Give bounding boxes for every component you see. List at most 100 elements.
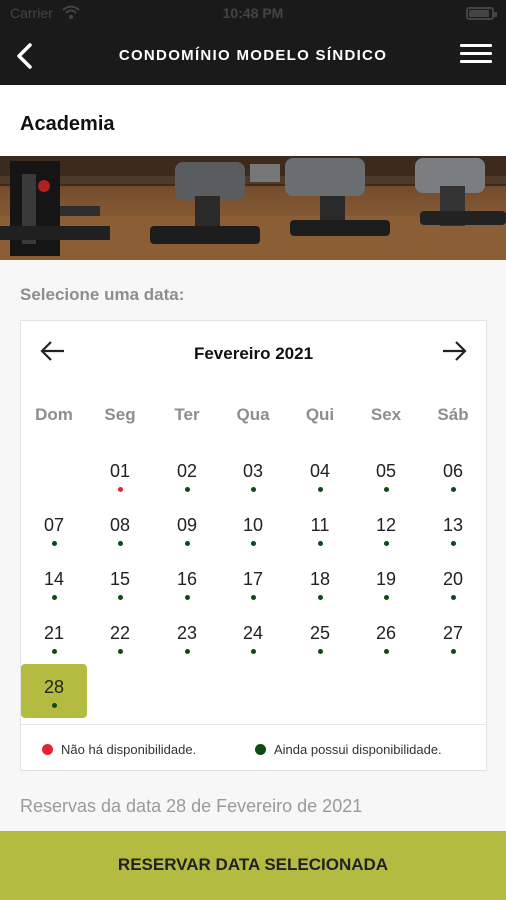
calendar-day[interactable]: 12	[353, 502, 419, 556]
calendar-day[interactable]: 21	[21, 610, 87, 664]
available-dot-icon	[451, 541, 456, 546]
day-number: 11	[310, 515, 330, 535]
day-number: 01	[109, 461, 131, 481]
available-dot-icon	[118, 541, 123, 546]
day-number: 27	[442, 623, 464, 643]
available-dot-icon	[318, 595, 323, 600]
calendar-day[interactable]: 11	[287, 502, 353, 556]
day-number: 12	[375, 515, 397, 535]
calendar-day[interactable]: 14	[21, 556, 87, 610]
day-number: 10	[242, 515, 264, 535]
day-number: 24	[242, 623, 264, 643]
calendar-day[interactable]: 05	[353, 448, 419, 502]
available-dot-icon	[251, 541, 256, 546]
available-dot-icon	[251, 649, 256, 654]
available-dot-icon	[384, 541, 389, 546]
top-navbar: CONDOMÍNIO MODELO SÍNDICO	[0, 28, 506, 85]
day-number: 08	[109, 515, 131, 535]
available-dot-icon	[251, 487, 256, 492]
day-number: 14	[43, 569, 65, 589]
day-number: 07	[43, 515, 65, 535]
availability-legend: Não há disponibilidade. Ainda possui dis…	[21, 724, 486, 770]
reservations-date-label: Reservas da data 28 de Fevereiro de 2021	[20, 796, 363, 816]
available-dot-icon	[52, 541, 57, 546]
legend-unavailable-label: Não há disponibilidade.	[61, 742, 197, 757]
calendar-day[interactable]: 18	[287, 556, 353, 610]
app-title: CONDOMÍNIO MODELO SÍNDICO	[118, 47, 388, 64]
calendar-day[interactable]: 24	[220, 610, 286, 664]
day-number: 28	[43, 677, 65, 697]
available-dot-icon	[251, 595, 256, 600]
available-dot-icon	[318, 541, 323, 546]
page-title: Academia	[20, 113, 115, 135]
calendar-day[interactable]: 22	[87, 610, 153, 664]
reserve-button-label: RESERVAR DATA SELECIONADA	[117, 855, 389, 874]
calendar-day[interactable]: 19	[353, 556, 419, 610]
legend-available-label: Ainda possui disponibilidade.	[274, 742, 442, 757]
day-number: 06	[442, 461, 464, 481]
calendar-day[interactable]: 07	[21, 502, 87, 556]
calendar-day-selected[interactable]: 28	[21, 664, 87, 718]
calendar-day[interactable]: 27	[420, 610, 486, 664]
calendar-day[interactable]: 01	[87, 448, 153, 502]
calendar-day[interactable]: 04	[287, 448, 353, 502]
status-bar: Carrier 10:48 PM	[0, 0, 506, 28]
day-grid: 01 02 03 04 05 06 07 08 09 10 11 12 13 14 15 16 17 18 19 20…	[21, 321, 486, 721]
red-dot-icon	[42, 744, 53, 755]
calendar-day[interactable]: 25	[287, 610, 353, 664]
gym-banner-image	[0, 156, 506, 260]
day-number: 17	[242, 569, 264, 589]
available-dot-icon	[451, 487, 456, 492]
green-dot-icon	[255, 744, 266, 755]
calendar-day[interactable]: 06	[420, 448, 486, 502]
available-dot-icon	[185, 595, 190, 600]
available-dot-icon	[52, 703, 57, 708]
unavailable-dot-icon	[118, 487, 123, 492]
day-number: 15	[109, 569, 131, 589]
available-dot-icon	[185, 487, 190, 492]
status-time: 10:48 PM	[222, 5, 284, 21]
legend-unavailable: Não há disponibilidade.	[42, 742, 196, 757]
calendar-day[interactable]: 23	[154, 610, 220, 664]
available-dot-icon	[118, 595, 123, 600]
calendar-day[interactable]: 13	[420, 502, 486, 556]
calendar-day[interactable]: 09	[154, 502, 220, 556]
day-number: 09	[176, 515, 198, 535]
calendar-day[interactable]: 10	[220, 502, 286, 556]
available-dot-icon	[52, 595, 57, 600]
calendar-day[interactable]: 17	[220, 556, 286, 610]
day-number: 25	[309, 623, 331, 643]
available-dot-icon	[185, 541, 190, 546]
day-number: 19	[375, 569, 397, 589]
calendar: Fevereiro 2021 Dom Seg Ter Qua Qui Sex S…	[20, 320, 487, 771]
battery-icon	[466, 7, 497, 20]
day-number: 04	[309, 461, 331, 481]
day-number: 03	[242, 461, 264, 481]
day-number: 02	[176, 461, 198, 481]
calendar-day[interactable]: 20	[420, 556, 486, 610]
section-header: Academia	[0, 85, 506, 156]
available-dot-icon	[52, 649, 57, 654]
calendar-day[interactable]: 03	[220, 448, 286, 502]
available-dot-icon	[384, 595, 389, 600]
calendar-day[interactable]: 02	[154, 448, 220, 502]
available-dot-icon	[451, 595, 456, 600]
calendar-day[interactable]: 26	[353, 610, 419, 664]
available-dot-icon	[451, 649, 456, 654]
day-number: 26	[375, 623, 397, 643]
day-number: 22	[109, 623, 131, 643]
hamburger-menu-icon[interactable]	[460, 44, 492, 68]
select-date-label: Selecione uma data:	[20, 285, 185, 304]
legend-available: Ainda possui disponibilidade.	[255, 742, 442, 757]
calendar-day[interactable]: 16	[154, 556, 220, 610]
calendar-day[interactable]: 08	[87, 502, 153, 556]
available-dot-icon	[384, 487, 389, 492]
calendar-day[interactable]: 15	[87, 556, 153, 610]
day-number: 20	[442, 569, 464, 589]
reserve-date-button[interactable]: RESERVAR DATA SELECIONADA	[0, 831, 506, 900]
day-number: 16	[176, 569, 198, 589]
day-number: 05	[375, 461, 397, 481]
day-number: 23	[176, 623, 198, 643]
available-dot-icon	[185, 649, 190, 654]
day-number: 13	[442, 515, 464, 535]
